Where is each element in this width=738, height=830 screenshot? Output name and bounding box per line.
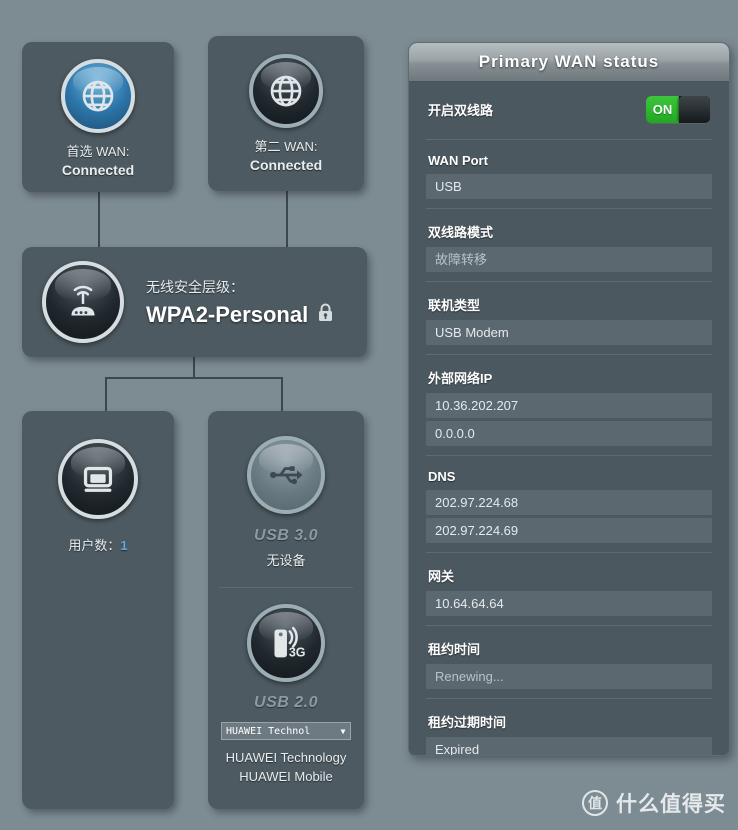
field-row: 网关 10.64.64.64 bbox=[426, 552, 712, 625]
field-label: WAN Port bbox=[428, 153, 488, 168]
connector-branch-horizontal bbox=[105, 377, 283, 379]
dual-wan-label: 开启双线路 bbox=[428, 103, 494, 118]
field-label: 租约时间 bbox=[428, 642, 481, 657]
usb-device-select-value: HUAWEI Technol bbox=[226, 725, 311, 737]
usb-device-model: HUAWEI Mobile bbox=[239, 769, 333, 784]
field-row: DNS 202.97.224.68 202.97.224.69 bbox=[426, 455, 712, 552]
globe-icon bbox=[61, 59, 135, 133]
field-row: WAN Port USB bbox=[426, 139, 712, 208]
panel-header: Primary WAN status bbox=[409, 43, 729, 82]
field-value: USB Modem bbox=[426, 320, 712, 345]
field-value: Renewing... bbox=[426, 664, 712, 689]
field-value: 故障转移 bbox=[426, 247, 712, 272]
clients-label: 用户数： bbox=[68, 538, 121, 553]
dual-wan-toggle[interactable]: ON bbox=[646, 96, 710, 123]
field-label: DNS bbox=[428, 469, 456, 484]
field-row: 联机类型 USB Modem bbox=[426, 281, 712, 354]
field-label: 双线路模式 bbox=[428, 225, 494, 240]
field-value: 10.36.202.207 bbox=[426, 393, 712, 418]
field-value: 0.0.0.0 bbox=[426, 421, 712, 446]
connector-secondary-wan bbox=[286, 190, 288, 247]
primary-wan-label: 首选 WAN: bbox=[66, 144, 130, 159]
secondary-wan-status: Connected bbox=[249, 157, 323, 173]
connector-primary-wan bbox=[98, 190, 100, 247]
card-wireless-security[interactable]: 无线安全层级： WPA2-Personal bbox=[22, 247, 367, 357]
usb-icon bbox=[247, 436, 325, 514]
connector-branch-right bbox=[281, 377, 283, 411]
field-value: Expired bbox=[426, 737, 712, 755]
field-row: 外部网络IP 10.36.202.207 0.0.0.0 bbox=[426, 354, 712, 455]
field-row: 双线路模式 故障转移 bbox=[426, 208, 712, 281]
globe-icon bbox=[249, 54, 323, 128]
field-label: 外部网络IP bbox=[428, 371, 493, 386]
lock-icon bbox=[317, 303, 334, 327]
card-usb[interactable]: USB 3.0 无设备 3G USB 2.0 HUAWEI Technol ▼ … bbox=[208, 411, 364, 809]
field-row: 租约时间 Renewing... bbox=[426, 625, 712, 698]
monitor-icon bbox=[58, 439, 138, 519]
field-value: 10.64.64.64 bbox=[426, 591, 712, 616]
usb-device-select[interactable]: HUAWEI Technol ▼ bbox=[221, 722, 351, 740]
field-value: 202.97.224.68 bbox=[426, 490, 712, 515]
security-label: 无线安全层级： bbox=[146, 278, 244, 295]
dual-wan-toggle-knob[interactable] bbox=[679, 96, 710, 123]
field-row: 租约过期时间 Expired bbox=[426, 698, 712, 755]
security-value: WPA2-Personal bbox=[146, 301, 309, 327]
panel-title: Primary WAN status bbox=[478, 52, 660, 71]
watermark-text: 什么值得买 bbox=[616, 793, 726, 816]
field-label: 联机类型 bbox=[428, 298, 481, 313]
svg-text:3G: 3G bbox=[289, 645, 306, 659]
panel-fields: WAN Port USB 双线路模式故障转移联机类型 USB Modem 外部网络IP 1… bbox=[426, 139, 712, 755]
modem-3g-icon: 3G bbox=[247, 604, 325, 682]
watermark: 值 什么值得买 bbox=[582, 788, 726, 818]
chevron-down-icon: ▼ bbox=[340, 726, 346, 736]
primary-wan-status: Connected bbox=[61, 162, 135, 178]
primary-wan-status-panel: Primary WAN status 开启双线路 ON WAN Port USB 双… bbox=[408, 42, 730, 756]
card-primary-wan[interactable]: 首选 WAN: Connected bbox=[22, 42, 174, 192]
watermark-badge-icon: 值 bbox=[582, 790, 608, 816]
card-secondary-wan[interactable]: 第二 WAN: Connected bbox=[208, 36, 364, 191]
dual-wan-toggle-state: ON bbox=[646, 96, 679, 123]
network-map-page: 首选 WAN: Connected 第二 WAN: Connected 无线安全… bbox=[0, 0, 738, 830]
panel-body: 开启双线路 ON WAN Port USB 双线路模式故障转移联机类型 USB Mod… bbox=[409, 82, 729, 755]
field-label: 租约过期时间 bbox=[428, 715, 507, 730]
connector-branch-left bbox=[105, 377, 107, 411]
usb2-title: USB 2.0 bbox=[254, 694, 318, 711]
secondary-wan-label: 第二 WAN: bbox=[254, 139, 318, 154]
router-icon bbox=[42, 261, 124, 343]
field-value: USB bbox=[426, 174, 712, 199]
usb-device-name: HUAWEI Technology bbox=[225, 750, 347, 765]
field-value: 202.97.224.69 bbox=[426, 518, 712, 543]
field-label: 网关 bbox=[428, 569, 455, 584]
clients-count: 1 bbox=[120, 538, 128, 553]
usb-divider bbox=[218, 587, 354, 588]
usb3-title: USB 3.0 bbox=[254, 527, 318, 544]
dual-wan-row: 开启双线路 ON bbox=[426, 86, 712, 139]
connector-security-stem bbox=[193, 356, 195, 378]
card-clients[interactable]: 用户数：1 bbox=[22, 411, 174, 809]
usb3-status: 无设备 bbox=[266, 553, 306, 568]
